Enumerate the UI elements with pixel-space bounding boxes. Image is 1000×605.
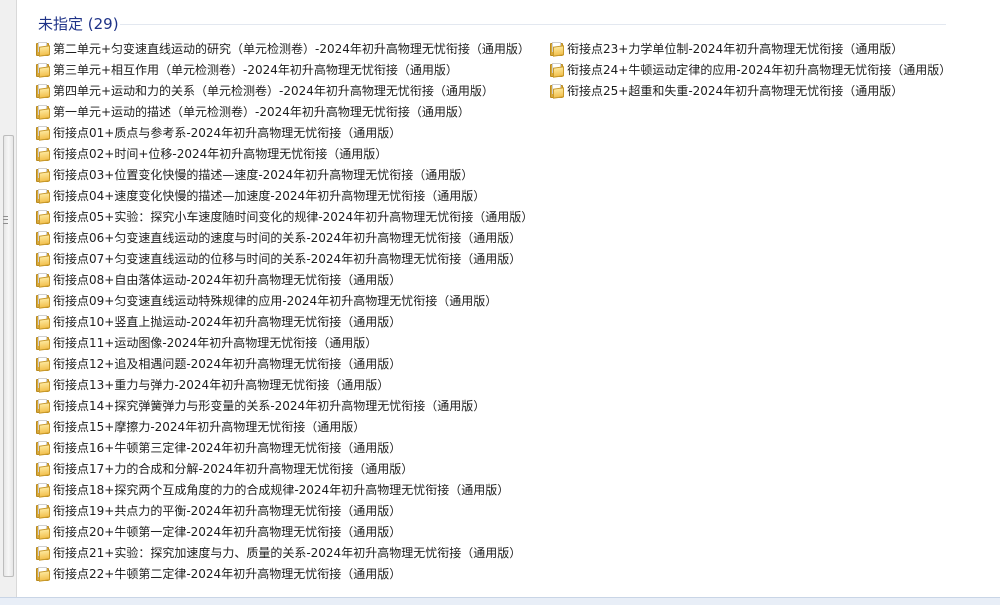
file-name: 衔接点11+运动图像-2024年初升高物理无忧衔接（通用版） bbox=[53, 336, 378, 350]
folder-icon bbox=[36, 125, 50, 141]
file-name: 衔接点05+实验：探究小车速度随时间变化的规律-2024年初升高物理无忧衔接（通… bbox=[53, 210, 534, 224]
file-item[interactable]: 衔接点07+匀变速直线运动的位移与时间的关系-2024年初升高物理无忧衔接（通用… bbox=[36, 248, 521, 269]
folder-icon bbox=[36, 356, 50, 372]
folder-icon bbox=[36, 419, 50, 435]
file-name: 衔接点17+力的合成和分解-2024年初升高物理无忧衔接（通用版） bbox=[53, 462, 414, 476]
file-item[interactable]: 衔接点17+力的合成和分解-2024年初升高物理无忧衔接（通用版） bbox=[36, 458, 413, 479]
file-name: 衔接点21+实验：探究加速度与力、质量的关系-2024年初升高物理无忧衔接（通用… bbox=[53, 546, 522, 560]
group-header[interactable]: 未指定 (29) bbox=[38, 13, 946, 35]
file-item[interactable]: 衔接点16+牛顿第三定律-2024年初升高物理无忧衔接（通用版） bbox=[36, 437, 401, 458]
file-item[interactable]: 衔接点19+共点力的平衡-2024年初升高物理无忧衔接（通用版） bbox=[36, 500, 401, 521]
file-name: 衔接点23+力学单位制-2024年初升高物理无忧衔接（通用版） bbox=[567, 42, 904, 56]
folder-icon bbox=[36, 566, 50, 582]
folder-icon bbox=[36, 41, 50, 57]
file-name: 衔接点08+自由落体运动-2024年初升高物理无忧衔接（通用版） bbox=[53, 273, 402, 287]
file-name: 衔接点12+追及相遇问题-2024年初升高物理无忧衔接（通用版） bbox=[53, 357, 402, 371]
file-item[interactable]: 衔接点02+时间+位移-2024年初升高物理无忧衔接（通用版） bbox=[36, 143, 387, 164]
file-name: 第二单元+匀变速直线运动的研究（单元检测卷）-2024年初升高物理无忧衔接（通用… bbox=[53, 42, 530, 56]
file-name: 衔接点03+位置变化快慢的描述—速度-2024年初升高物理无忧衔接（通用版） bbox=[53, 168, 474, 182]
folder-icon bbox=[36, 398, 50, 414]
folder-icon bbox=[36, 83, 50, 99]
file-item[interactable]: 衔接点01+质点与参考系-2024年初升高物理无忧衔接（通用版） bbox=[36, 122, 401, 143]
file-item[interactable]: 衔接点11+运动图像-2024年初升高物理无忧衔接（通用版） bbox=[36, 332, 377, 353]
folder-icon bbox=[550, 83, 564, 99]
file-name: 第三单元+相互作用（单元检测卷）-2024年初升高物理无忧衔接（通用版） bbox=[53, 63, 458, 77]
file-item[interactable]: 第三单元+相互作用（单元检测卷）-2024年初升高物理无忧衔接（通用版） bbox=[36, 59, 458, 80]
file-name: 衔接点18+探究两个互成角度的力的合成规律-2024年初升高物理无忧衔接（通用版… bbox=[53, 483, 510, 497]
file-name: 衔接点20+牛顿第一定律-2024年初升高物理无忧衔接（通用版） bbox=[53, 525, 402, 539]
folder-icon bbox=[550, 41, 564, 57]
file-name: 第四单元+运动和力的关系（单元检测卷）-2024年初升高物理无忧衔接（通用版） bbox=[53, 84, 494, 98]
group-divider bbox=[120, 24, 946, 25]
file-name: 衔接点10+竖直上抛运动-2024年初升高物理无忧衔接（通用版） bbox=[53, 315, 402, 329]
folder-icon bbox=[36, 524, 50, 540]
file-item[interactable]: 第一单元+运动的描述（单元检测卷）-2024年初升高物理无忧衔接（通用版） bbox=[36, 101, 470, 122]
left-pane-edge bbox=[0, 0, 17, 605]
folder-icon bbox=[36, 272, 50, 288]
folder-icon bbox=[36, 167, 50, 183]
folder-icon bbox=[36, 146, 50, 162]
folder-icon bbox=[550, 62, 564, 78]
folder-icon bbox=[36, 251, 50, 267]
status-strip bbox=[0, 597, 1000, 605]
folder-icon bbox=[36, 335, 50, 351]
folder-icon bbox=[36, 482, 50, 498]
file-item[interactable]: 衔接点03+位置变化快慢的描述—速度-2024年初升高物理无忧衔接（通用版） bbox=[36, 164, 473, 185]
file-item[interactable]: 第四单元+运动和力的关系（单元检测卷）-2024年初升高物理无忧衔接（通用版） bbox=[36, 80, 494, 101]
folder-icon bbox=[36, 440, 50, 456]
file-name: 衔接点22+牛顿第二定律-2024年初升高物理无忧衔接（通用版） bbox=[53, 567, 402, 581]
folder-icon bbox=[36, 314, 50, 330]
file-name: 衔接点07+匀变速直线运动的位移与时间的关系-2024年初升高物理无忧衔接（通用… bbox=[53, 252, 522, 266]
folder-icon bbox=[36, 188, 50, 204]
file-name: 衔接点06+匀变速直线运动的速度与时间的关系-2024年初升高物理无忧衔接（通用… bbox=[53, 231, 522, 245]
file-item[interactable]: 衔接点10+竖直上抛运动-2024年初升高物理无忧衔接（通用版） bbox=[36, 311, 401, 332]
file-item[interactable]: 衔接点15+摩擦力-2024年初升高物理无忧衔接（通用版） bbox=[36, 416, 365, 437]
file-item[interactable]: 衔接点22+牛顿第二定律-2024年初升高物理无忧衔接（通用版） bbox=[36, 563, 401, 584]
file-name: 衔接点09+匀变速直线运动特殊规律的应用-2024年初升高物理无忧衔接（通用版） bbox=[53, 294, 498, 308]
folder-icon bbox=[36, 293, 50, 309]
file-item[interactable]: 衔接点23+力学单位制-2024年初升高物理无忧衔接（通用版） bbox=[550, 38, 903, 59]
file-name: 衔接点25+超重和失重-2024年初升高物理无忧衔接（通用版） bbox=[567, 84, 904, 98]
file-item[interactable]: 衔接点09+匀变速直线运动特殊规律的应用-2024年初升高物理无忧衔接（通用版） bbox=[36, 290, 497, 311]
file-name: 衔接点19+共点力的平衡-2024年初升高物理无忧衔接（通用版） bbox=[53, 504, 402, 518]
file-item[interactable]: 衔接点25+超重和失重-2024年初升高物理无忧衔接（通用版） bbox=[550, 80, 903, 101]
file-item[interactable]: 衔接点13+重力与弹力-2024年初升高物理无忧衔接（通用版） bbox=[36, 374, 389, 395]
file-item[interactable]: 衔接点04+速度变化快慢的描述—加速度-2024年初升高物理无忧衔接（通用版） bbox=[36, 185, 485, 206]
folder-icon bbox=[36, 461, 50, 477]
scroll-grip-icon bbox=[3, 216, 8, 224]
file-name: 衔接点04+速度变化快慢的描述—加速度-2024年初升高物理无忧衔接（通用版） bbox=[53, 189, 486, 203]
file-name: 衔接点14+探究弹簧弹力与形变量的关系-2024年初升高物理无忧衔接（通用版） bbox=[53, 399, 486, 413]
scrollbar-thumb[interactable] bbox=[3, 135, 14, 577]
file-item[interactable]: 衔接点12+追及相遇问题-2024年初升高物理无忧衔接（通用版） bbox=[36, 353, 401, 374]
file-name: 第一单元+运动的描述（单元检测卷）-2024年初升高物理无忧衔接（通用版） bbox=[53, 105, 470, 119]
folder-icon bbox=[36, 104, 50, 120]
file-item[interactable]: 衔接点08+自由落体运动-2024年初升高物理无忧衔接（通用版） bbox=[36, 269, 401, 290]
file-name: 衔接点02+时间+位移-2024年初升高物理无忧衔接（通用版） bbox=[53, 147, 388, 161]
file-name: 衔接点01+质点与参考系-2024年初升高物理无忧衔接（通用版） bbox=[53, 126, 402, 140]
folder-icon bbox=[36, 230, 50, 246]
file-item[interactable]: 衔接点24+牛顿运动定律的应用-2024年初升高物理无忧衔接（通用版） bbox=[550, 59, 951, 80]
file-name: 衔接点13+重力与弹力-2024年初升高物理无忧衔接（通用版） bbox=[53, 378, 390, 392]
file-item[interactable]: 衔接点05+实验：探究小车速度随时间变化的规律-2024年初升高物理无忧衔接（通… bbox=[36, 206, 533, 227]
folder-icon bbox=[36, 209, 50, 225]
file-item[interactable]: 衔接点18+探究两个互成角度的力的合成规律-2024年初升高物理无忧衔接（通用版… bbox=[36, 479, 509, 500]
file-item[interactable]: 衔接点14+探究弹簧弹力与形变量的关系-2024年初升高物理无忧衔接（通用版） bbox=[36, 395, 485, 416]
file-item[interactable]: 衔接点06+匀变速直线运动的速度与时间的关系-2024年初升高物理无忧衔接（通用… bbox=[36, 227, 521, 248]
file-item[interactable]: 第二单元+匀变速直线运动的研究（单元检测卷）-2024年初升高物理无忧衔接（通用… bbox=[36, 38, 530, 59]
file-name: 衔接点15+摩擦力-2024年初升高物理无忧衔接（通用版） bbox=[53, 420, 366, 434]
folder-icon bbox=[36, 62, 50, 78]
folder-icon bbox=[36, 377, 50, 393]
file-name: 衔接点16+牛顿第三定律-2024年初升高物理无忧衔接（通用版） bbox=[53, 441, 402, 455]
file-item[interactable]: 衔接点21+实验：探究加速度与力、质量的关系-2024年初升高物理无忧衔接（通用… bbox=[36, 542, 521, 563]
file-name: 衔接点24+牛顿运动定律的应用-2024年初升高物理无忧衔接（通用版） bbox=[567, 63, 952, 77]
group-title: 未指定 (29) bbox=[38, 15, 119, 33]
file-item[interactable]: 衔接点20+牛顿第一定律-2024年初升高物理无忧衔接（通用版） bbox=[36, 521, 401, 542]
folder-icon bbox=[36, 503, 50, 519]
folder-icon bbox=[36, 545, 50, 561]
